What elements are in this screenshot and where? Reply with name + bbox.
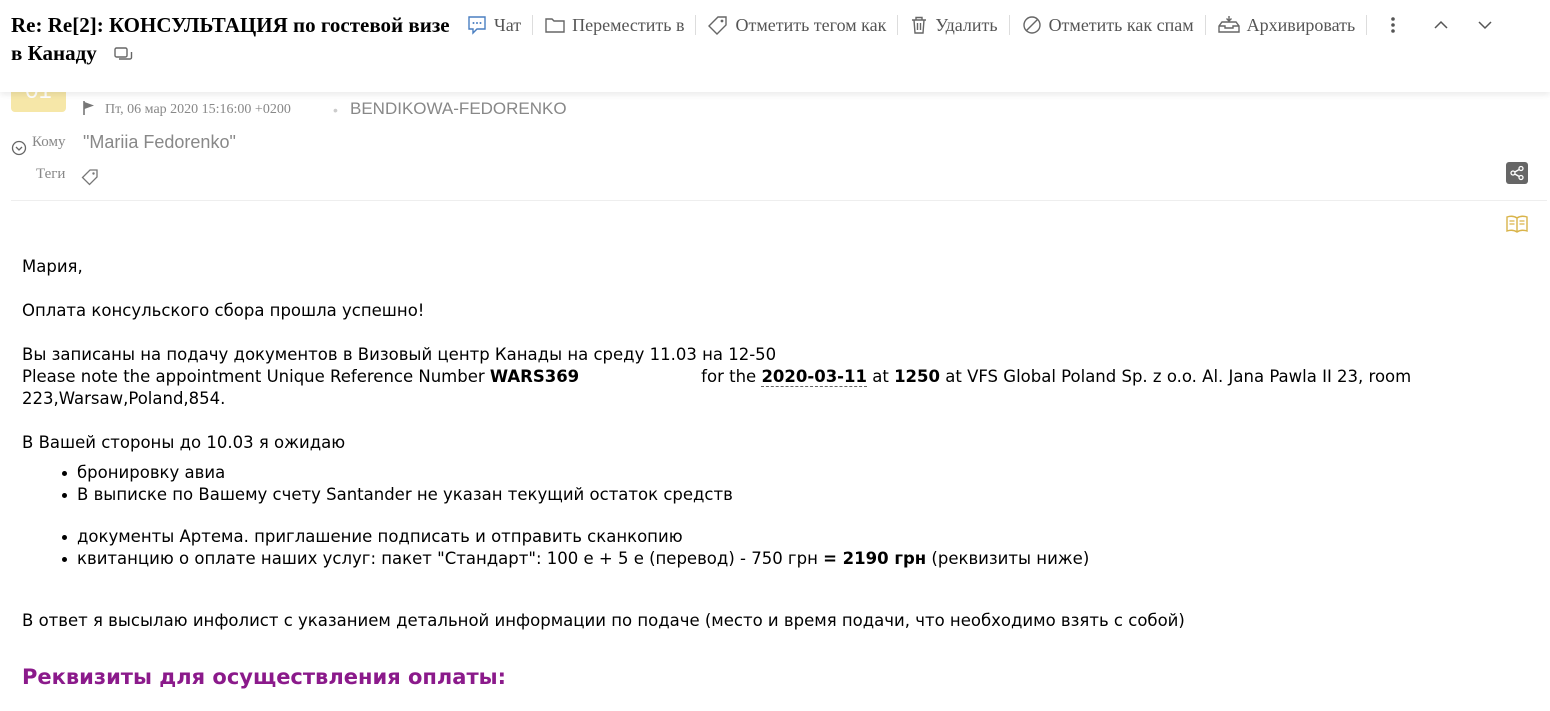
mark-spam-button[interactable]: Отметить как спам <box>1021 15 1194 36</box>
fee-suffix: (реквизиты ниже) <box>926 549 1090 568</box>
archive-icon <box>1217 16 1240 33</box>
appointment-time: 1250 <box>894 367 940 386</box>
separator-dot: • <box>333 102 338 118</box>
recipient-name[interactable]: "Mariia Fedorenko" <box>83 132 236 153</box>
required-list-2: документы Артема. приглашение подписать … <box>22 526 1550 570</box>
appointment-date-link[interactable]: 2020-03-11 <box>761 367 867 387</box>
previous-message-button[interactable] <box>1433 19 1449 31</box>
message-header: 01 Пт, 06 мар 2020 15:16:00 +0200 • BEND… <box>0 82 1550 233</box>
trash-icon <box>912 16 927 34</box>
toolbar-divider <box>897 15 899 35</box>
tag-as-button[interactable]: Отметить тегом как <box>707 15 886 36</box>
fee-prefix: квитанцию о оплате наших услуг: пакет "С… <box>77 549 824 568</box>
folder-icon <box>545 18 565 33</box>
share-icon <box>1510 165 1524 181</box>
reference-line: Please note the appointment Unique Refer… <box>22 366 1550 410</box>
message-date: Пт, 06 мар 2020 15:16:00 +0200 <box>105 102 291 117</box>
to-label: Кому <box>32 134 66 150</box>
toolbar-divider <box>1366 15 1368 35</box>
chat-label: Чат <box>494 14 522 35</box>
list-item: В выписке по Вашему счету Santander не у… <box>62 484 1550 506</box>
block-icon <box>1022 16 1041 34</box>
list-item: бронировку авиа <box>62 462 1550 484</box>
header-divider <box>11 200 1547 201</box>
sender-name[interactable]: BENDIKOWA-FEDORENKO <box>350 99 567 119</box>
reference-prefix: Please note the appointment Unique Refer… <box>22 367 490 386</box>
payment-details-heading: Реквизиты для осуществления оплаты: <box>22 665 507 689</box>
toolbar-divider <box>695 15 697 35</box>
expand-recipients-icon[interactable] <box>11 140 27 161</box>
list-item: документы Артема. приглашение подписать … <box>62 526 1550 548</box>
thread-view-icon[interactable] <box>114 41 134 69</box>
chat-button[interactable]: Чат <box>466 15 521 36</box>
message-subject: Re: Re[2]: КОНСУЛЬТАЦИЯ по гостевой визе… <box>11 11 451 69</box>
next-message-button[interactable] <box>1477 19 1493 31</box>
reference-at: at <box>866 367 895 386</box>
greeting: Мария, <box>22 257 83 276</box>
payment-confirmation: Оплата консульского сбора прошла успешно… <box>22 301 425 320</box>
chevron-down-icon <box>1478 21 1492 30</box>
appointment-line: Вы записаны на подачу документов в Визов… <box>22 345 777 364</box>
tag-icon <box>708 16 728 35</box>
move-to-label: Переместить в <box>572 14 685 35</box>
reference-number: WARS369 <box>489 367 580 386</box>
delete-label: Удалить <box>935 14 998 35</box>
required-list-1: бронировку авиа В выписке по Вашему счет… <box>22 462 1550 506</box>
list-item: квитанцию о оплате наших услуг: пакет "С… <box>62 548 1550 570</box>
delete-button[interactable]: Удалить <box>909 14 998 36</box>
share-button[interactable] <box>1506 162 1528 184</box>
more-options-button[interactable] <box>1389 15 1397 35</box>
vertical-dots-icon <box>1391 17 1396 33</box>
chat-icon <box>468 16 486 35</box>
mark-spam-label: Отметить как спам <box>1048 14 1194 35</box>
message-toolbar-bar: Re: Re[2]: КОНСУЛЬТАЦИЯ по гостевой визе… <box>0 0 1550 92</box>
archive-button[interactable]: Архивировать <box>1217 14 1356 36</box>
toolbar-divider <box>1204 15 1206 35</box>
expectation-line: В Вашей стороны до 10.03 я ожидаю <box>22 433 346 452</box>
toolbar-divider <box>532 15 534 35</box>
archive-label: Архивировать <box>1246 14 1356 35</box>
message-actions: Чат Переместить в Отметить тегом как Уда… <box>466 13 1493 37</box>
tag-as-label: Отметить тегом как <box>735 14 887 35</box>
move-to-button[interactable]: Переместить в <box>544 15 684 36</box>
chevron-up-icon <box>1434 20 1448 29</box>
message-body: Мария, Оплата консульского сбора прошла … <box>22 256 1550 688</box>
add-tag-icon[interactable] <box>81 168 99 191</box>
fee-total: = 2190 грн <box>823 549 927 568</box>
reply-info-line: В ответ я высылаю инфолист с указанием д… <box>22 611 1185 630</box>
tags-label: Теги <box>36 166 66 182</box>
flag-icon[interactable] <box>82 100 96 121</box>
toolbar-divider <box>1008 15 1010 35</box>
subject-text: Re: Re[2]: КОНСУЛЬТАЦИЯ по гостевой визе… <box>11 13 450 65</box>
reading-mode-icon[interactable] <box>1505 214 1529 239</box>
reference-for: for the <box>701 367 762 386</box>
